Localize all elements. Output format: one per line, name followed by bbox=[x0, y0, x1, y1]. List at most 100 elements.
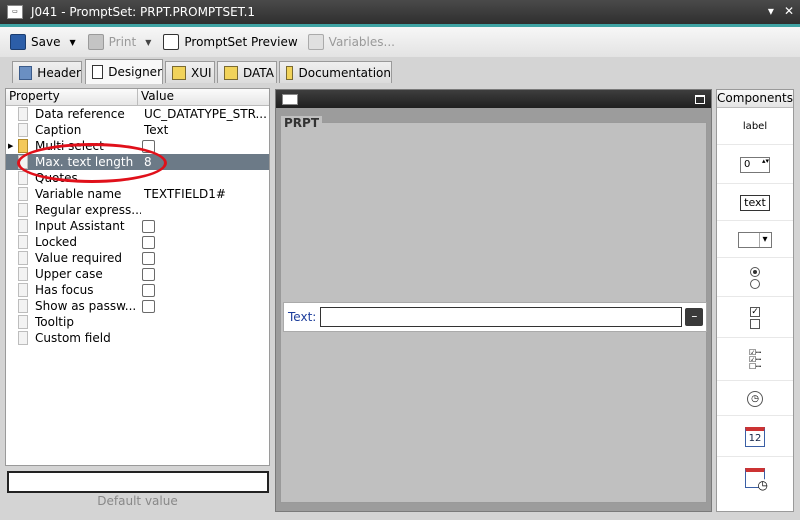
book-icon bbox=[172, 65, 186, 80]
text-field-button[interactable]: – bbox=[685, 308, 704, 326]
expand-arrow-icon[interactable]: ▶ bbox=[6, 142, 18, 150]
property-name: Data reference bbox=[35, 107, 125, 121]
designer-canvas bbox=[275, 89, 712, 512]
property-value[interactable]: UC_DATATYPE_STR... bbox=[141, 107, 266, 121]
tab-data[interactable]: DATA bbox=[217, 61, 277, 83]
component-checklist[interactable]: ☑┉ ☑┉ ☐┉ bbox=[717, 339, 793, 381]
property-name: Max. text length bbox=[35, 155, 134, 169]
property-icon bbox=[18, 203, 28, 217]
value-column-header[interactable]: Value bbox=[138, 89, 174, 105]
tab-header-label: Header bbox=[37, 65, 81, 80]
printer-icon bbox=[87, 34, 104, 50]
tab-xui-label: XUI bbox=[191, 65, 212, 80]
property-row[interactable]: Max. text length 8 bbox=[6, 154, 269, 170]
property-name: Value required bbox=[35, 251, 123, 265]
spinner-component-icon: 0 bbox=[740, 156, 770, 173]
component-radiogroup[interactable] bbox=[717, 259, 793, 297]
text-field-input[interactable] bbox=[320, 307, 683, 327]
component-datetime[interactable] bbox=[717, 458, 793, 498]
property-name: Show as passw... bbox=[35, 299, 137, 313]
component-date[interactable]: 12 bbox=[717, 417, 793, 457]
property-name: Regular express... bbox=[35, 203, 141, 217]
property-checkbox[interactable] bbox=[142, 252, 155, 265]
checkbox-component-icon: ✓ bbox=[750, 306, 760, 329]
promptset-preview-button[interactable]: PromptSet Preview bbox=[163, 31, 298, 53]
property-icon bbox=[18, 267, 28, 281]
print-dropdown-icon[interactable]: ▼ bbox=[145, 38, 151, 47]
property-value[interactable]: 8 bbox=[141, 155, 266, 169]
variables-button[interactable]: Variables... bbox=[307, 31, 395, 53]
save-button[interactable]: Save ▼ bbox=[10, 31, 76, 53]
radio-component-icon bbox=[750, 266, 760, 289]
property-value[interactable]: Text bbox=[141, 123, 266, 137]
checklist-component-icon: ☑┉ ☑┉ ☐┉ bbox=[749, 348, 761, 371]
property-row[interactable]: Tooltip bbox=[6, 314, 269, 330]
property-checkbox[interactable] bbox=[142, 284, 155, 297]
clock-icon: ◷ bbox=[747, 390, 763, 407]
property-row[interactable]: Locked bbox=[6, 234, 269, 250]
property-icon bbox=[18, 283, 28, 297]
text-field-label: Text: bbox=[288, 310, 317, 324]
property-checkbox[interactable] bbox=[142, 140, 155, 153]
text-field-element[interactable]: Text: – bbox=[283, 302, 707, 332]
property-row[interactable]: Quotes bbox=[6, 170, 269, 186]
property-row[interactable]: Caption Text bbox=[6, 122, 269, 138]
print-label: Print bbox=[108, 35, 137, 49]
property-value[interactable]: TEXTFIELD1# bbox=[141, 187, 266, 201]
tab-data-label: DATA bbox=[243, 65, 274, 80]
property-name: Multi select bbox=[35, 139, 104, 153]
tab-designer-label: Designer bbox=[108, 65, 162, 79]
tab-xui[interactable]: XUI bbox=[165, 61, 215, 83]
maximize-icon[interactable] bbox=[695, 94, 705, 104]
form-icon bbox=[282, 93, 298, 105]
app-icon: ▭ bbox=[7, 5, 23, 19]
toolbar: Save ▼ Print ▼ PromptSet Preview Variabl… bbox=[0, 27, 800, 57]
property-row[interactable]: ▶ Multi select bbox=[6, 138, 269, 154]
preview-icon bbox=[163, 34, 180, 50]
label-component-icon: label bbox=[742, 121, 768, 132]
property-grid: Property Value Data reference UC_DATATYPE… bbox=[5, 88, 270, 466]
property-row[interactable]: Regular express... bbox=[6, 202, 269, 218]
close-button[interactable]: ✕ bbox=[784, 4, 794, 18]
property-row[interactable]: Input Assistant bbox=[6, 218, 269, 234]
property-name: Has focus bbox=[35, 283, 94, 297]
property-checkbox[interactable] bbox=[142, 236, 155, 249]
property-checkbox[interactable] bbox=[142, 220, 155, 233]
tab-bar: Header Designer XUI DATA Documentation bbox=[0, 57, 800, 84]
property-name: Quotes bbox=[35, 171, 78, 185]
component-checkbox[interactable]: ✓ bbox=[717, 298, 793, 338]
property-name: Variable name bbox=[35, 187, 122, 201]
property-row[interactable]: Value required bbox=[6, 250, 269, 266]
save-dropdown-icon[interactable]: ▼ bbox=[69, 38, 75, 47]
property-checkbox[interactable] bbox=[142, 300, 155, 313]
property-row[interactable]: Upper case bbox=[6, 266, 269, 282]
property-icon bbox=[18, 123, 28, 137]
component-label[interactable]: label bbox=[717, 109, 793, 145]
property-row[interactable]: Variable name TEXTFIELD1# bbox=[6, 186, 269, 202]
default-value-input[interactable] bbox=[7, 471, 269, 493]
property-checkbox[interactable] bbox=[142, 268, 155, 281]
property-row[interactable]: Show as passw... bbox=[6, 298, 269, 314]
property-icon bbox=[18, 251, 28, 265]
window-title: J041 - PromptSet: PRPT.PROMPTSET.1 bbox=[31, 5, 256, 19]
tab-documentation[interactable]: Documentation bbox=[279, 61, 392, 83]
tab-header[interactable]: Header bbox=[12, 61, 82, 83]
property-icon bbox=[18, 235, 28, 249]
minimize-button[interactable]: ▾ bbox=[768, 4, 774, 18]
component-textfield[interactable]: text bbox=[717, 185, 793, 221]
print-button[interactable]: Print ▼ bbox=[87, 31, 151, 53]
property-icon bbox=[18, 107, 28, 121]
window-titlebar: ▭ J041 - PromptSet: PRPT.PROMPTSET.1 ▾ ✕ bbox=[0, 0, 800, 24]
property-row[interactable]: Data reference UC_DATATYPE_STR... bbox=[6, 106, 269, 122]
component-time[interactable]: ◷ bbox=[717, 382, 793, 416]
property-row[interactable]: Custom field bbox=[6, 330, 269, 346]
variables-icon bbox=[307, 34, 324, 50]
property-column-header[interactable]: Property bbox=[6, 89, 138, 105]
component-combobox[interactable] bbox=[717, 222, 793, 258]
folder-icon bbox=[18, 139, 28, 153]
property-row[interactable]: Has focus bbox=[6, 282, 269, 298]
component-spinner[interactable]: 0 bbox=[717, 146, 793, 184]
property-name: Custom field bbox=[35, 331, 111, 345]
tab-designer[interactable]: Designer bbox=[85, 59, 163, 84]
components-panel: Components label 0 text ✓ ☑┉☑┉☐┉ ◷ 12 bbox=[716, 89, 794, 512]
